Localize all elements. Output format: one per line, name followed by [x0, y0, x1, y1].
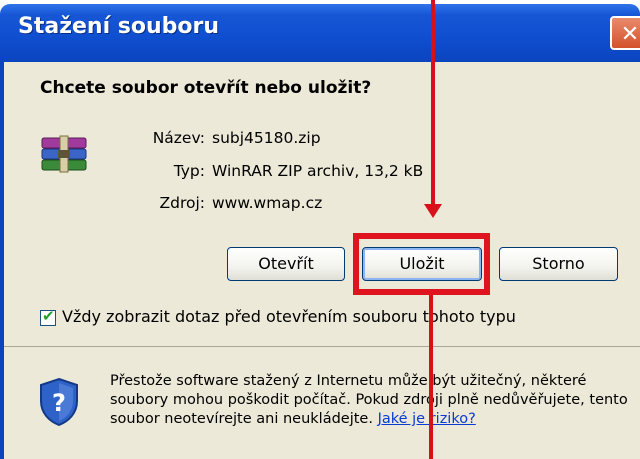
close-button[interactable]: ✕ [610, 16, 640, 50]
annotation-arrow-bottom-line [429, 295, 433, 459]
source-value: www.wmap.cz [212, 194, 323, 212]
shield-question-icon: ? [40, 377, 78, 427]
name-label: Název: [152, 129, 205, 147]
close-icon: ✕ [620, 22, 640, 47]
dialog-question: Chcete soubor otevřít nebo uložit? [40, 78, 372, 98]
always-ask-label[interactable]: Vždy zobrazit dotaz před otevřením soubo… [62, 307, 516, 326]
type-value: WinRAR ZIP archiv, 13,2 kB [212, 162, 424, 180]
warning-text: Přestože software stažený z Internetu mů… [110, 372, 630, 429]
annotation-arrow-top-line [431, 0, 435, 206]
download-dialog: Stažení souboru ✕ Chcete soubor otevřít … [0, 0, 640, 459]
checkmark-icon: ✔ [42, 307, 55, 325]
source-label: Zdroj: [159, 194, 205, 212]
cancel-button[interactable]: Storno [499, 247, 618, 281]
name-value: subj45180.zip [212, 129, 321, 147]
annotation-highlight-box [353, 233, 490, 295]
risk-link[interactable]: Jaké je riziko? [378, 411, 476, 427]
always-ask-checkbox[interactable]: ✔ [40, 307, 56, 326]
title-bar: Stažení souboru ✕ [0, 0, 640, 68]
open-button[interactable]: Otevřít [227, 247, 345, 281]
warning-message: Přestože software stažený z Internetu mů… [110, 373, 628, 427]
type-label: Typ: [173, 162, 205, 180]
annotation-arrow-top-head [424, 204, 442, 218]
winrar-archive-icon [41, 135, 87, 173]
svg-text:?: ? [52, 389, 66, 417]
dialog-title: Stažení souboru [18, 14, 220, 39]
